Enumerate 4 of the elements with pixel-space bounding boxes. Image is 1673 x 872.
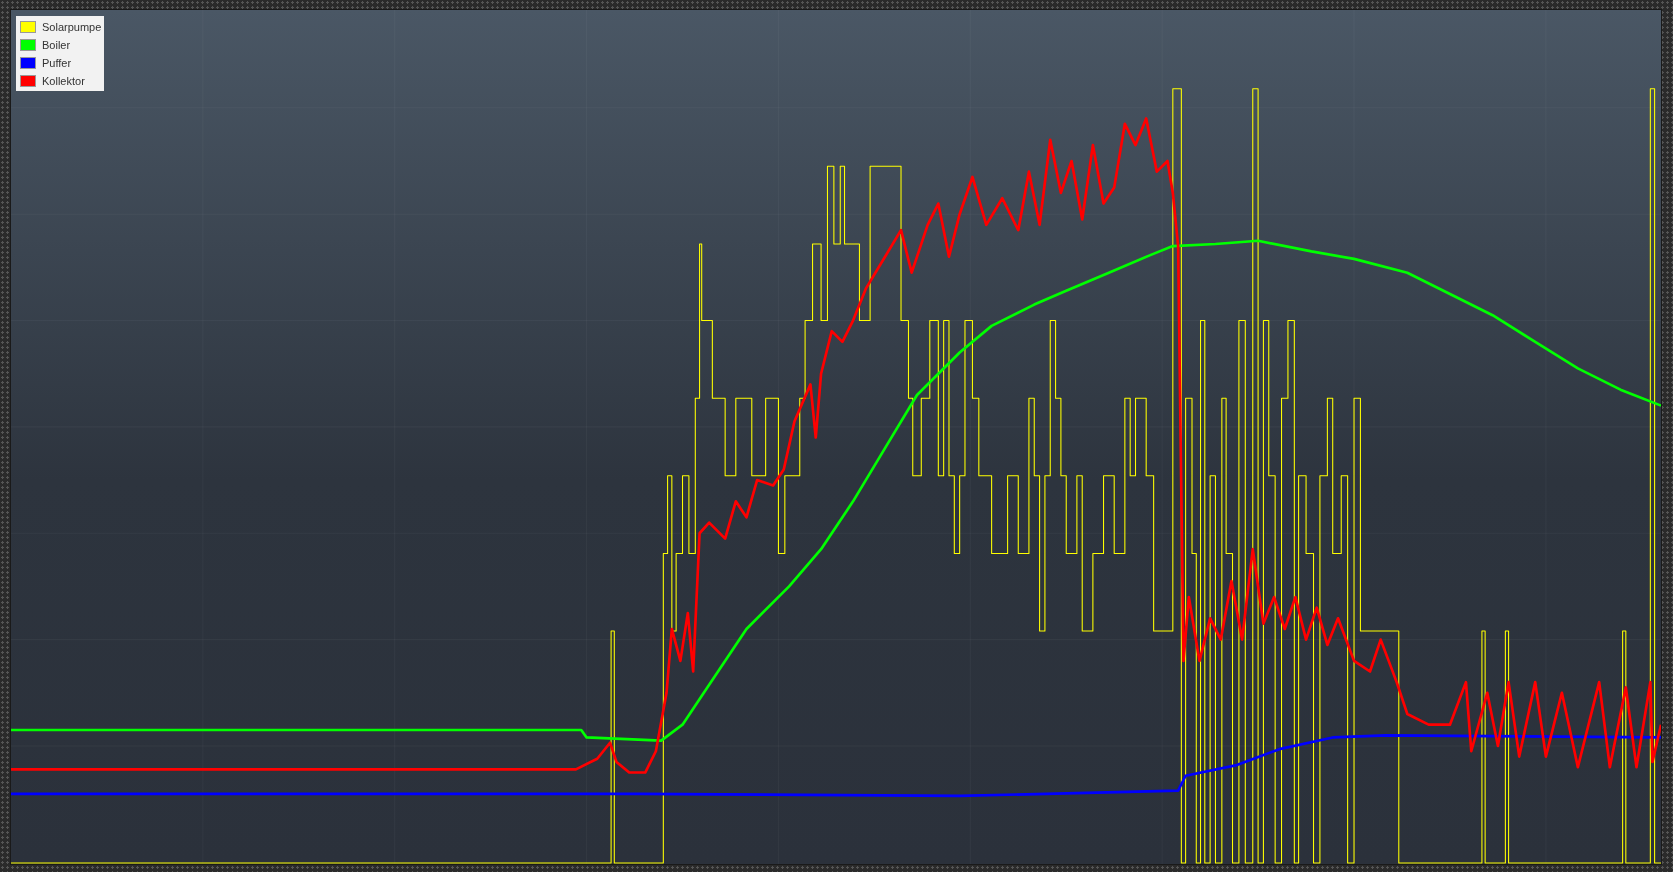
legend-label: Puffer xyxy=(42,56,72,69)
legend-label: Boiler xyxy=(42,38,71,51)
legend-label: Kollektor xyxy=(42,74,85,87)
legend-label: Solarpumpe xyxy=(42,20,102,33)
